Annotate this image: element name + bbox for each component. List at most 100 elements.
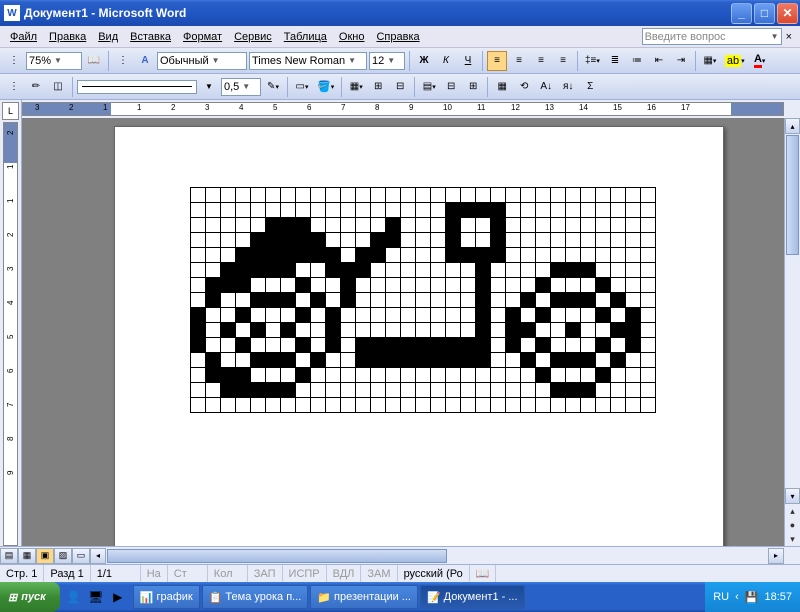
pixel-cell[interactable]: [296, 383, 311, 398]
pixel-cell[interactable]: [206, 323, 221, 338]
scroll-thumb[interactable]: [786, 135, 799, 255]
pixel-cell[interactable]: [536, 368, 551, 383]
pixel-cell[interactable]: [416, 308, 431, 323]
pixel-cell[interactable]: [191, 368, 206, 383]
pixel-cell[interactable]: [311, 368, 326, 383]
pixel-cell[interactable]: [446, 308, 461, 323]
status-ovr[interactable]: ЗАМ: [361, 565, 397, 582]
pixel-cell[interactable]: [551, 368, 566, 383]
pixel-cell[interactable]: [281, 248, 296, 263]
pixel-cell[interactable]: [221, 218, 236, 233]
pixel-cell[interactable]: [386, 218, 401, 233]
menu-format[interactable]: Формат: [177, 29, 228, 45]
pixel-cell[interactable]: [641, 278, 656, 293]
pixel-cell[interactable]: [341, 293, 356, 308]
line-style-combo[interactable]: [77, 80, 197, 94]
pixel-cell[interactable]: [236, 263, 251, 278]
pixel-cell[interactable]: [251, 383, 266, 398]
pixel-cell[interactable]: [641, 383, 656, 398]
pixel-cell[interactable]: [326, 398, 341, 413]
pixel-cell[interactable]: [611, 293, 626, 308]
pixel-cell[interactable]: [356, 278, 371, 293]
italic-button[interactable]: К: [436, 51, 456, 71]
pixel-cell[interactable]: [401, 203, 416, 218]
pixel-cell[interactable]: [491, 383, 506, 398]
pixel-cell[interactable]: [371, 188, 386, 203]
pixel-cell[interactable]: [581, 278, 596, 293]
pixel-cell[interactable]: [566, 248, 581, 263]
pixel-cell[interactable]: [296, 293, 311, 308]
pixel-cell[interactable]: [626, 383, 641, 398]
menu-help[interactable]: Справка: [370, 29, 425, 45]
pixel-cell[interactable]: [221, 383, 236, 398]
pixel-cell[interactable]: [341, 383, 356, 398]
pixel-cell[interactable]: [446, 383, 461, 398]
hscroll-thumb[interactable]: [107, 549, 447, 563]
pixel-cell[interactable]: [236, 233, 251, 248]
pixel-cell[interactable]: [491, 293, 506, 308]
pixel-cell[interactable]: [551, 383, 566, 398]
pixel-cell[interactable]: [461, 353, 476, 368]
pixel-cell[interactable]: [551, 398, 566, 413]
pixel-cell[interactable]: [446, 323, 461, 338]
pixel-cell[interactable]: [641, 368, 656, 383]
pixel-cell[interactable]: [581, 323, 596, 338]
menu-window[interactable]: Окно: [333, 29, 371, 45]
autosum-button[interactable]: Σ: [580, 77, 600, 97]
pixel-cell[interactable]: [281, 323, 296, 338]
pixel-cell[interactable]: [536, 278, 551, 293]
pixel-cell[interactable]: [461, 233, 476, 248]
status-ext[interactable]: ВДЛ: [327, 565, 362, 582]
pixel-cell[interactable]: [446, 293, 461, 308]
pixel-cell[interactable]: [521, 398, 536, 413]
pixel-cell[interactable]: [611, 308, 626, 323]
pixel-cell[interactable]: [551, 203, 566, 218]
pixel-cell[interactable]: [386, 338, 401, 353]
numbered-list-button[interactable]: ≣: [605, 51, 625, 71]
pixel-cell[interactable]: [431, 278, 446, 293]
pixel-cell[interactable]: [596, 233, 611, 248]
pixel-cell[interactable]: [371, 278, 386, 293]
pixel-cell[interactable]: [476, 308, 491, 323]
pixel-cell[interactable]: [371, 218, 386, 233]
pixel-cell[interactable]: [431, 248, 446, 263]
pixel-cell[interactable]: [266, 308, 281, 323]
pixel-cell[interactable]: [356, 218, 371, 233]
scroll-right-button[interactable]: ▸: [768, 548, 784, 564]
pixel-cell[interactable]: [596, 323, 611, 338]
pixel-cell[interactable]: [596, 188, 611, 203]
pixel-cell[interactable]: [191, 233, 206, 248]
pixel-cell[interactable]: [581, 263, 596, 278]
hscroll-track[interactable]: [106, 548, 768, 564]
pixel-cell[interactable]: [461, 218, 476, 233]
pixel-cell[interactable]: [446, 278, 461, 293]
pixel-cell[interactable]: [281, 203, 296, 218]
pixel-cell[interactable]: [311, 248, 326, 263]
web-view-button[interactable]: ▦: [18, 548, 36, 564]
pixel-cell[interactable]: [251, 278, 266, 293]
resize-grip[interactable]: [784, 548, 800, 564]
pixel-cell[interactable]: [641, 323, 656, 338]
pixel-cell[interactable]: [521, 308, 536, 323]
pixel-cell[interactable]: [206, 308, 221, 323]
pixel-cell[interactable]: [566, 188, 581, 203]
pixel-cell[interactable]: [371, 398, 386, 413]
pixel-cell[interactable]: [566, 323, 581, 338]
align-justify-button[interactable]: ≡: [553, 51, 573, 71]
pixel-cell[interactable]: [611, 233, 626, 248]
border-outside-button[interactable]: ▭▾: [292, 77, 312, 97]
pixel-cell[interactable]: [611, 368, 626, 383]
pixel-cell[interactable]: [491, 188, 506, 203]
pixel-cell[interactable]: [536, 263, 551, 278]
tray-clock[interactable]: 18:57: [764, 591, 792, 603]
sort-desc-button[interactable]: я↓: [558, 77, 578, 97]
pixel-cell[interactable]: [371, 263, 386, 278]
pixel-cell[interactable]: [356, 368, 371, 383]
pixel-cell[interactable]: [611, 353, 626, 368]
pixel-cell[interactable]: [371, 248, 386, 263]
pixel-cell[interactable]: [536, 233, 551, 248]
pixel-cell[interactable]: [491, 278, 506, 293]
pixel-cell[interactable]: [596, 293, 611, 308]
pixel-cell[interactable]: [596, 308, 611, 323]
pixel-cell[interactable]: [356, 323, 371, 338]
